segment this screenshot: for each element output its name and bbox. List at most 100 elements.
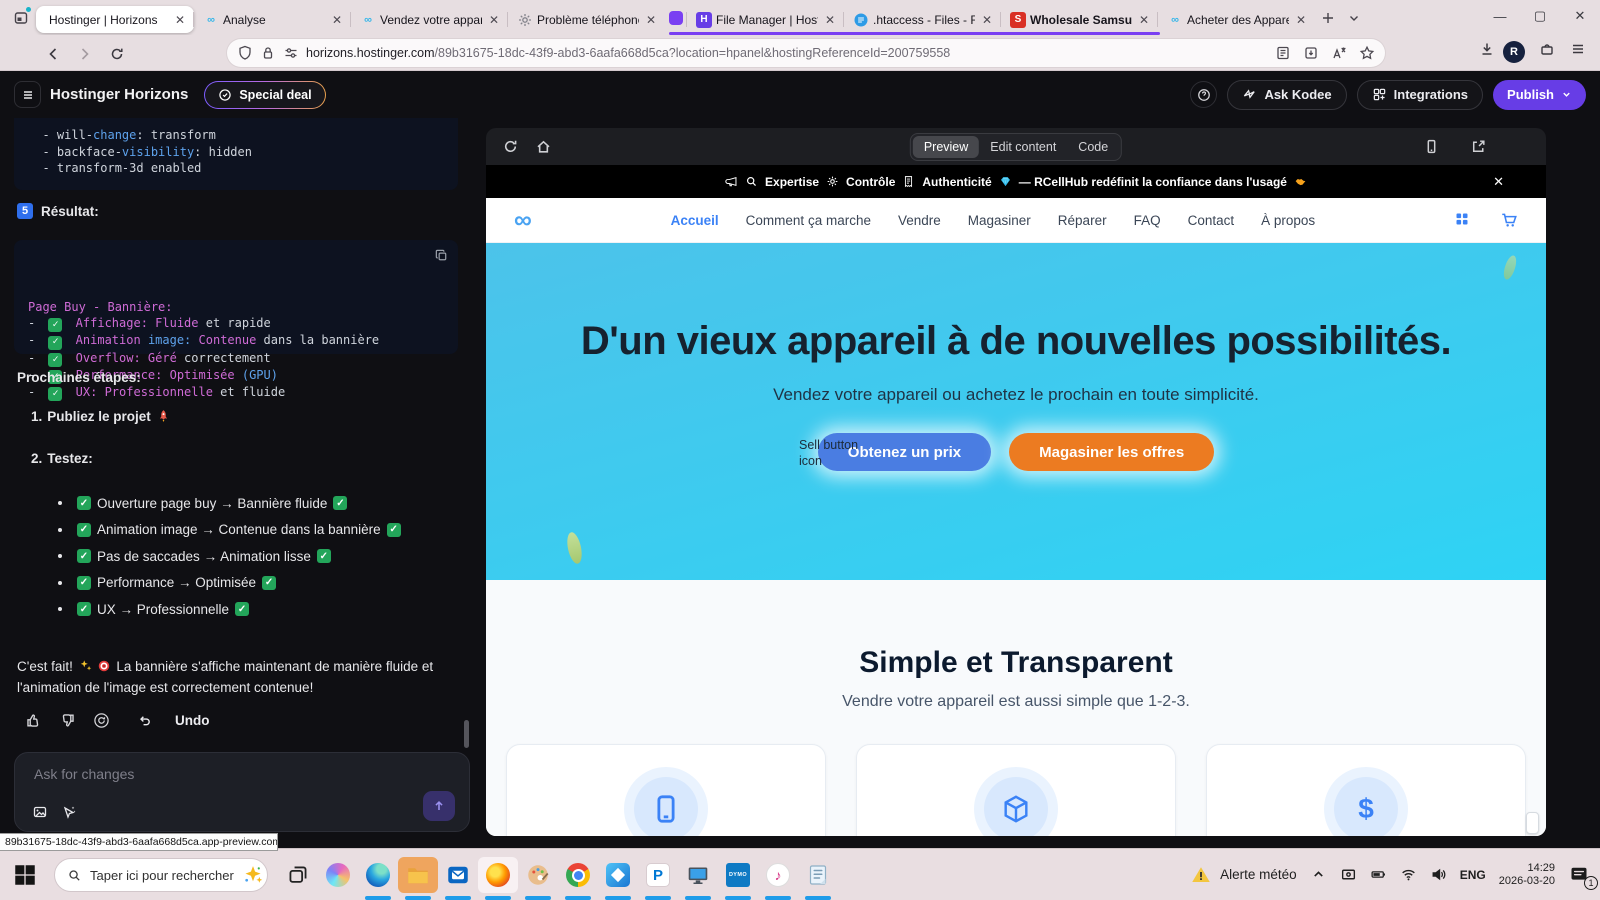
weather-widget[interactable]: Alerte météo — [1191, 865, 1297, 885]
open-external-icon[interactable] — [1470, 138, 1487, 155]
preview-tab-edit-content[interactable]: Edit content — [979, 136, 1067, 158]
ask-kodee-button[interactable]: Ask Kodee — [1227, 79, 1347, 110]
back-button[interactable] — [40, 41, 66, 66]
app-menu-button[interactable] — [1570, 41, 1586, 57]
extensions-puzzle-icon[interactable] — [1539, 41, 1555, 57]
undo-button[interactable]: Undo — [137, 713, 210, 728]
magic-select-icon[interactable] — [61, 804, 77, 820]
reload-button[interactable] — [104, 41, 130, 66]
cart-icon[interactable] — [1500, 211, 1518, 229]
close-button[interactable]: ✕ — [1560, 0, 1600, 32]
language-indicator[interactable]: ENG — [1460, 868, 1486, 882]
browser-tab-1[interactable]: Hostinger | Horizons ✕ — [36, 6, 194, 33]
preview-tab-code[interactable]: Code — [1067, 136, 1119, 158]
chat-input[interactable]: Ask for changes — [14, 752, 470, 832]
browser-tab-7[interactable]: S Wholesale Samsung S24 P ✕ — [1000, 6, 1158, 33]
start-button[interactable] — [12, 862, 38, 888]
browser-tab-4[interactable]: Problème téléphone non e ✕ — [507, 6, 665, 33]
site-logo[interactable]: ∞ — [514, 207, 532, 233]
thumbs-down-icon[interactable] — [59, 712, 76, 729]
send-button[interactable] — [423, 791, 455, 821]
taskbar-app-powertoys[interactable]: P — [638, 857, 678, 900]
nav-link-réparer[interactable]: Réparer — [1058, 213, 1107, 228]
wifi-icon[interactable] — [1400, 866, 1417, 883]
cast-screen-icon[interactable] — [1340, 866, 1357, 883]
permissions-icon[interactable] — [283, 45, 299, 61]
apps-grid-icon[interactable] — [1454, 211, 1470, 227]
tab-close-icon[interactable]: ✕ — [329, 13, 345, 27]
tab-close-icon[interactable]: ✕ — [643, 13, 659, 27]
maximize-button[interactable]: ▢ — [1520, 0, 1560, 32]
taskbar-app-display[interactable] — [678, 857, 718, 900]
publish-button[interactable]: Publish — [1493, 79, 1586, 110]
hidden-icons-chevron[interactable] — [1310, 866, 1327, 883]
browser-tab-2[interactable]: ∞ Analyse ✕ — [193, 6, 351, 33]
taskbar-app-explorer[interactable] — [398, 857, 438, 900]
attach-image-icon[interactable] — [32, 804, 48, 820]
tracking-shield-icon[interactable] — [237, 45, 253, 61]
bookmark-star-icon[interactable] — [1359, 45, 1375, 61]
clock[interactable]: 14:29 2026-03-20 — [1499, 862, 1555, 888]
browser-tab-5[interactable]: H File Manager | Hostinger ✕ — [686, 6, 844, 33]
browser-tab-6[interactable]: .htaccess - Files - File Brow ✕ — [843, 6, 1001, 33]
tab-close-icon[interactable]: ✕ — [1293, 13, 1309, 27]
tab-close-icon[interactable]: ✕ — [172, 13, 188, 27]
nav-link-à-propos[interactable]: À propos — [1261, 213, 1315, 228]
taskbar-app-notepad[interactable] — [798, 857, 838, 900]
menu-button[interactable] — [14, 81, 41, 108]
taskbar-app-chrome[interactable] — [558, 857, 598, 900]
volume-icon[interactable] — [1430, 866, 1447, 883]
profile-avatar[interactable]: R — [1503, 41, 1525, 63]
nav-link-faq[interactable]: FAQ — [1134, 213, 1161, 228]
taskbar-app-photos[interactable] — [598, 857, 638, 900]
tab-close-icon[interactable]: ✕ — [822, 13, 838, 27]
taskbar-app-copilot[interactable] — [318, 857, 358, 893]
help-button[interactable] — [1190, 81, 1218, 108]
tab-group-chip[interactable] — [669, 10, 683, 25]
tab-close-icon[interactable]: ✕ — [1136, 13, 1152, 27]
special-deal-badge[interactable]: Special deal — [204, 81, 325, 109]
translate-icon[interactable] — [1331, 45, 1347, 61]
taskbar-app-firefox[interactable] — [478, 857, 518, 900]
lock-icon[interactable] — [260, 45, 276, 61]
battery-icon[interactable] — [1370, 866, 1387, 883]
copy-icon[interactable] — [434, 248, 449, 263]
mobile-view-icon[interactable] — [1423, 138, 1440, 155]
url-bar[interactable]: horizons.hostinger.com/89b31675-18dc-43f… — [227, 39, 1385, 67]
taskbar-app-outlook[interactable] — [438, 857, 478, 900]
minimize-button[interactable]: — — [1480, 0, 1520, 32]
url-text[interactable]: horizons.hostinger.com/89b31675-18dc-43f… — [306, 46, 1263, 60]
nav-link-magasiner[interactable]: Magasiner — [968, 213, 1031, 228]
taskbar-app-itunes[interactable]: ♪ — [758, 857, 798, 900]
banner-close-icon[interactable]: ✕ — [1493, 174, 1504, 190]
reader-mode-icon[interactable] — [1275, 45, 1291, 61]
taskbar-app-paint[interactable] — [518, 857, 558, 900]
fullscreen-icon[interactable] — [1517, 138, 1534, 155]
taskbar-app-dymo[interactable]: DYMO — [718, 857, 758, 900]
nav-link-accueil[interactable]: Accueil — [671, 213, 719, 228]
regenerate-icon[interactable] — [93, 712, 110, 729]
shop-offers-button[interactable]: Magasiner les offres — [1009, 433, 1215, 471]
save-page-icon[interactable] — [1303, 45, 1319, 61]
refresh-icon[interactable] — [502, 138, 519, 155]
home-icon[interactable] — [535, 138, 552, 155]
new-tab-button[interactable] — [1315, 5, 1341, 31]
list-all-tabs-button[interactable] — [1341, 5, 1367, 31]
browser-tab-8[interactable]: ∞ Acheter des Appareils Cert ✕ — [1157, 6, 1315, 33]
notification-center[interactable]: 1 — [1568, 864, 1598, 890]
nav-link-contact[interactable]: Contact — [1188, 213, 1235, 228]
tab-close-icon[interactable]: ✕ — [486, 13, 502, 27]
tab-close-icon[interactable]: ✕ — [979, 13, 995, 27]
taskbar-app-edge[interactable] — [358, 857, 398, 900]
preview-tab-preview[interactable]: Preview — [912, 135, 980, 158]
nav-link-vendre[interactable]: Vendre — [898, 213, 941, 228]
chat-scrollbar[interactable] — [464, 720, 469, 748]
site-scrollbar-thumb[interactable] — [1526, 812, 1539, 834]
integrations-button[interactable]: Integrations — [1356, 79, 1484, 110]
firefox-view-button[interactable] — [6, 4, 36, 31]
forward-button[interactable] — [72, 41, 98, 66]
nav-link-comment-ça-marche[interactable]: Comment ça marche — [746, 213, 871, 228]
thumbs-up-icon[interactable] — [25, 712, 42, 729]
downloads-button[interactable] — [1479, 41, 1495, 57]
taskbar-app-taskview[interactable] — [278, 857, 318, 893]
